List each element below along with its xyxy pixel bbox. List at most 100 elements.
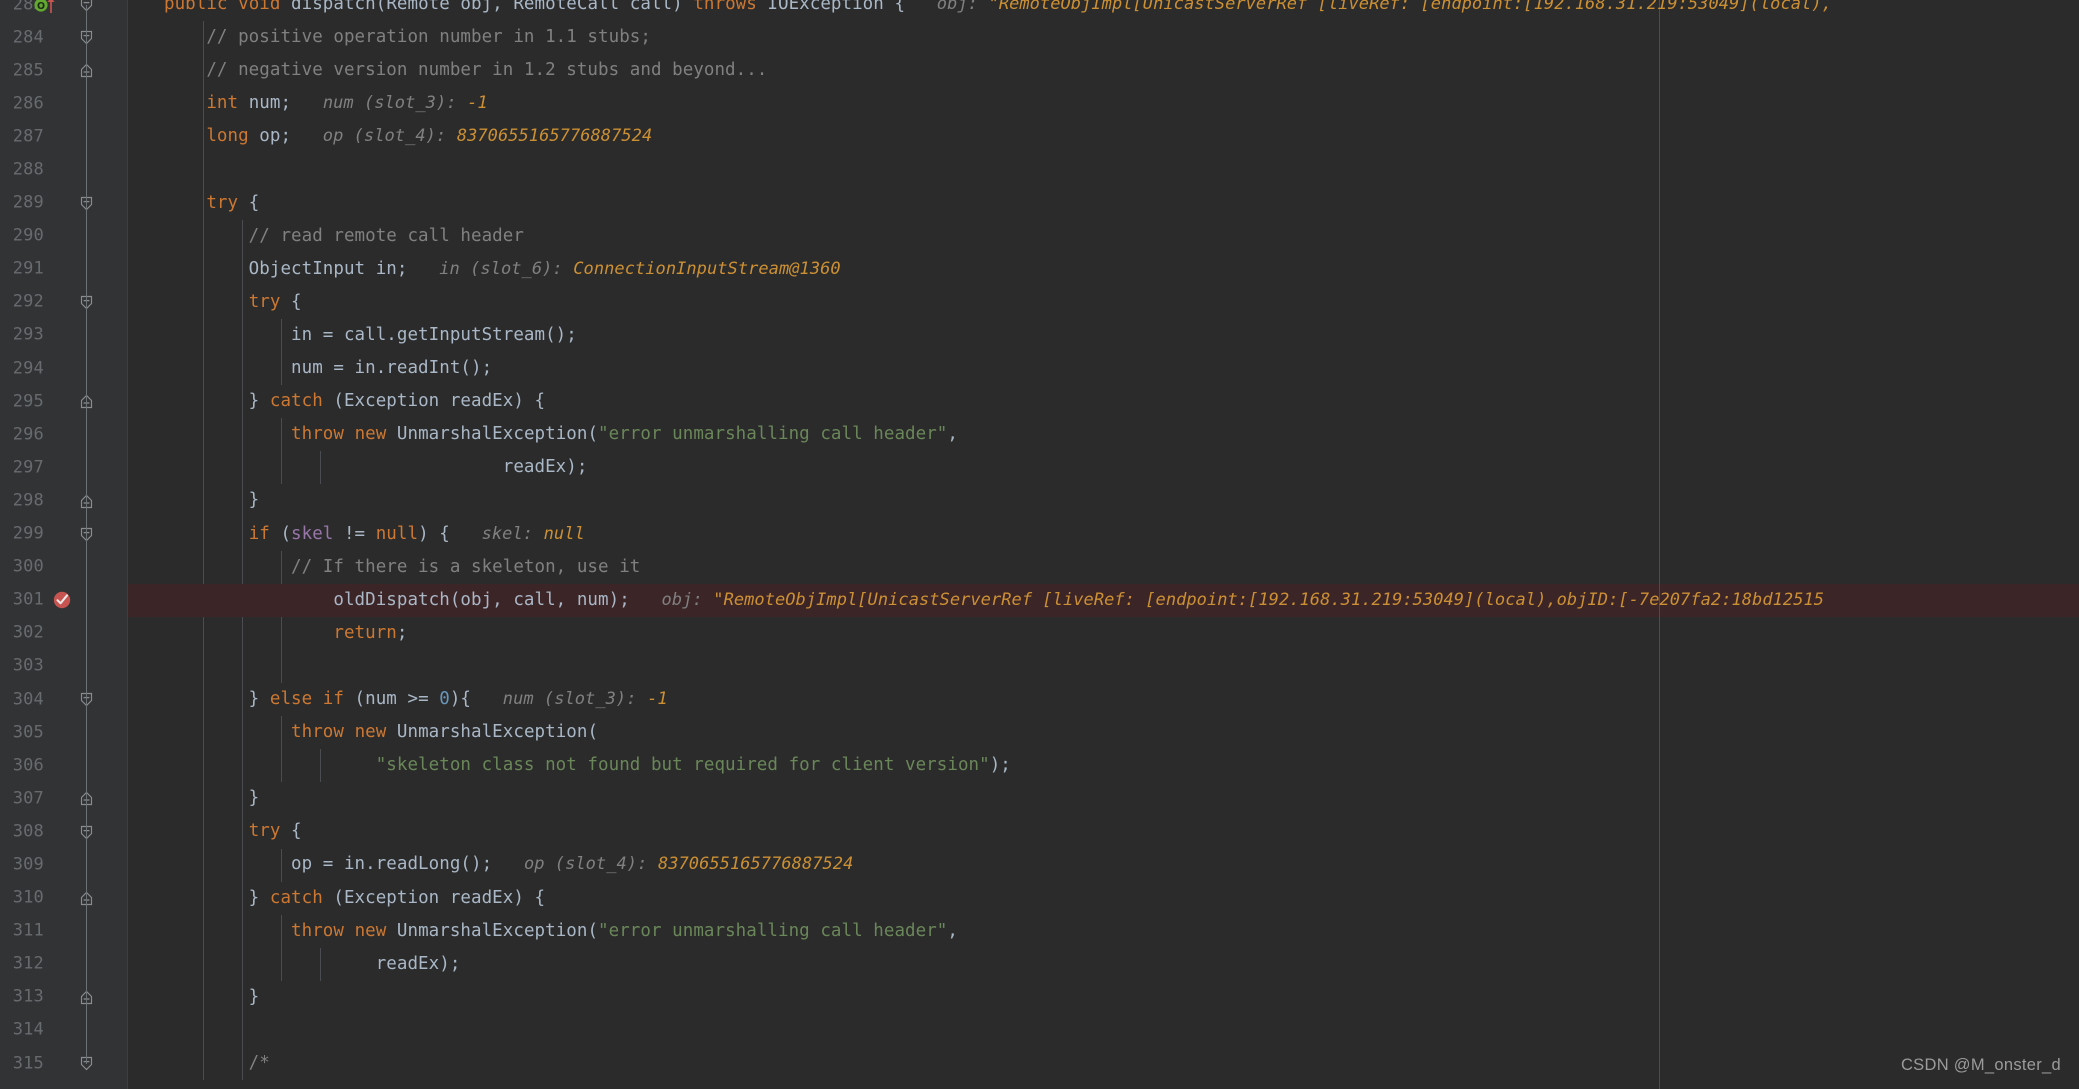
token-id: ); <box>989 755 1011 776</box>
code-editor-area[interactable]: public void dispatch(Remote obj, RemoteC… <box>128 0 2079 1089</box>
code-line[interactable]: return; <box>128 617 2079 650</box>
gutter-row[interactable]: 305 <box>0 716 128 749</box>
inline-debug-hint-label[interactable]: obj: <box>937 0 978 14</box>
gutter-row[interactable]: 306 <box>0 749 128 782</box>
code-line[interactable]: long op; op (slot_4): 837065516577688752… <box>128 120 2079 153</box>
gutter-row[interactable]: 292 <box>0 286 128 319</box>
inline-debug-hint-label[interactable]: in (slot_6): <box>439 259 562 279</box>
code-line[interactable]: } else if (num >= 0){ num (slot_3): -1 <box>128 683 2079 716</box>
gutter-row[interactable]: 308 <box>0 815 128 848</box>
inline-debug-hint-label[interactable]: op (slot_4): <box>524 854 647 874</box>
gutter-row[interactable]: 303 <box>0 650 128 683</box>
gutter-row[interactable]: 309 <box>0 848 128 881</box>
gutter-row[interactable]: 283 O <box>0 0 128 21</box>
inline-debug-hint-value[interactable]: null <box>544 524 585 544</box>
gutter-row[interactable]: 294 <box>0 352 128 385</box>
code-line[interactable]: num = in.readInt(); <box>128 352 2079 385</box>
editor-gutter[interactable]: 283 O 284 285 286 287 288 289 290 291 292 293 294 295… <box>0 0 128 1089</box>
gutter-row[interactable]: 290 <box>0 220 128 253</box>
code-line[interactable]: ObjectInput in; in (slot_6): ConnectionI… <box>128 253 2079 286</box>
gutter-row[interactable]: 304 <box>0 683 128 716</box>
token-cmt: // negative version number in 1.2 stubs … <box>164 60 768 81</box>
gutter-line-number-column[interactable]: 283 O 284 285 286 287 288 289 290 291 292 293 294 295… <box>0 0 128 1080</box>
token-id: } <box>164 986 260 1007</box>
inline-debug-hint-label[interactable]: num (slot_3): <box>323 93 457 113</box>
code-lines[interactable]: public void dispatch(Remote obj, RemoteC… <box>128 0 2079 1080</box>
code-line[interactable]: "skeleton class not found but required f… <box>128 749 2079 782</box>
gutter-row[interactable]: 295 <box>0 385 128 418</box>
inline-debug-hint-value[interactable]: 8370655165776887524 <box>457 126 652 146</box>
code-line[interactable]: op = in.readLong(); op (slot_4): 8370655… <box>128 848 2079 881</box>
code-line[interactable]: try { <box>128 286 2079 319</box>
gutter-row[interactable]: 312 <box>0 948 128 981</box>
gutter-row[interactable]: 313 <box>0 981 128 1014</box>
code-line[interactable] <box>128 1014 2079 1047</box>
code-line[interactable]: } <box>128 484 2079 517</box>
token-id: ObjectInput in; <box>164 258 408 279</box>
code-line[interactable] <box>128 153 2079 186</box>
gutter-row[interactable]: 301 <box>0 584 128 617</box>
gutter-row[interactable]: 310 <box>0 882 128 915</box>
code-line[interactable]: // If there is a skeleton, use it <box>128 551 2079 584</box>
gutter-row[interactable]: 299 <box>0 518 128 551</box>
code-line[interactable]: throw new UnmarshalException("error unma… <box>128 915 2079 948</box>
code-text: } <box>128 981 260 1014</box>
override-method-icon[interactable]: O <box>33 0 57 14</box>
code-line[interactable]: } catch (Exception readEx) { <box>128 882 2079 915</box>
gutter-row[interactable]: 296 <box>0 418 128 451</box>
code-line[interactable]: public void dispatch(Remote obj, RemoteC… <box>128 0 2079 21</box>
token-punc <box>164 292 249 312</box>
code-line[interactable]: if (skel != null) { skel: null <box>128 518 2079 551</box>
inline-debug-hint-value[interactable]: "RemoteObjImpl[UnicastServerRef [liveRef… <box>989 0 1832 14</box>
gutter-row[interactable]: 285 <box>0 54 128 87</box>
gutter-row[interactable]: 314 <box>0 1014 128 1047</box>
code-line[interactable]: try { <box>128 187 2079 220</box>
code-line[interactable]: readEx); <box>128 948 2079 981</box>
inline-debug-hint-label[interactable]: skel: <box>482 524 533 544</box>
gutter-row[interactable]: 293 <box>0 319 128 352</box>
gutter-row[interactable]: 298 <box>0 484 128 517</box>
hint-gap <box>291 93 323 113</box>
code-line[interactable]: // negative version number in 1.2 stubs … <box>128 54 2079 87</box>
gutter-row[interactable]: 311 <box>0 915 128 948</box>
code-text: try { <box>128 286 302 319</box>
gutter-row[interactable]: 291 <box>0 253 128 286</box>
inline-debug-hint-label[interactable]: op (slot_4): <box>323 126 446 146</box>
inline-debug-hint-label[interactable]: num (slot_3): <box>503 689 637 709</box>
code-line[interactable]: } <box>128 782 2079 815</box>
code-line[interactable]: // read remote call header <box>128 220 2079 253</box>
inline-debug-hint-label[interactable]: obj: <box>662 590 703 610</box>
code-line[interactable]: /* <box>128 1047 2079 1080</box>
breakpoint-icon[interactable] <box>52 590 72 610</box>
line-number: 290 <box>12 225 44 246</box>
code-line[interactable]: throw new UnmarshalException("error unma… <box>128 418 2079 451</box>
code-line[interactable]: // positive operation number in 1.1 stub… <box>128 21 2079 54</box>
code-line[interactable]: int num; num (slot_3): -1 <box>128 87 2079 120</box>
inline-debug-hint-value[interactable]: -1 <box>467 93 488 113</box>
gutter-row[interactable]: 297 <box>0 451 128 484</box>
gutter-row[interactable]: 307 <box>0 782 128 815</box>
inline-debug-hint-value[interactable]: -1 <box>647 689 668 709</box>
code-folding-column[interactable] <box>78 0 96 1089</box>
code-line-execution-point[interactable]: oldDispatch(obj, call, num); obj: "Remot… <box>128 583 2079 617</box>
code-line[interactable] <box>128 650 2079 683</box>
gutter-row[interactable]: 289 <box>0 187 128 220</box>
inline-debug-hint-value[interactable]: "RemoteObjImpl[UnicastServerRef [liveRef… <box>713 590 1824 610</box>
gutter-row[interactable]: 315 <box>0 1047 128 1080</box>
gutter-row[interactable]: 288 <box>0 153 128 186</box>
line-number: 297 <box>12 457 44 478</box>
gutter-row[interactable]: 286 <box>0 87 128 120</box>
inline-debug-hint-value[interactable]: 8370655165776887524 <box>658 854 853 874</box>
code-line[interactable]: try { <box>128 815 2079 848</box>
gutter-row[interactable]: 302 <box>0 617 128 650</box>
code-line[interactable]: } <box>128 981 2079 1014</box>
code-line[interactable]: readEx); <box>128 451 2079 484</box>
code-text: num = in.readInt(); <box>128 352 492 385</box>
gutter-row[interactable]: 287 <box>0 120 128 153</box>
code-line[interactable]: throw new UnmarshalException( <box>128 716 2079 749</box>
gutter-row[interactable]: 300 <box>0 551 128 584</box>
code-line[interactable]: in = call.getInputStream(); <box>128 319 2079 352</box>
gutter-row[interactable]: 284 <box>0 21 128 54</box>
inline-debug-hint-value[interactable]: ConnectionInputStream@1360 <box>573 259 840 279</box>
code-line[interactable]: } catch (Exception readEx) { <box>128 385 2079 418</box>
